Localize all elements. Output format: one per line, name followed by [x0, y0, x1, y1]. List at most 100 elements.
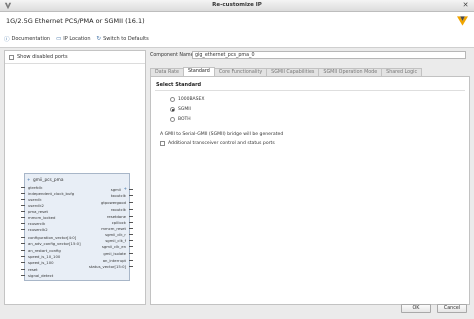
pin-left: an_restart_config [28, 248, 61, 253]
pin-stub [21, 262, 25, 263]
pin-stub [129, 216, 133, 217]
show-disabled-ports-checkbox[interactable] [9, 54, 14, 60]
tab-standard[interactable]: Standard [182, 67, 215, 76]
additional-ports-label: Additional transceiver control and statu… [168, 141, 275, 146]
additional-ports-toggle[interactable]: Additional transceiver control and statu… [160, 141, 275, 146]
pin-stub [21, 199, 25, 200]
ip-location-label: IP Location [63, 35, 91, 42]
radio-option-sgmii[interactable]: SGMII [170, 107, 191, 112]
tab-core-functionality[interactable]: Core Functionality [213, 68, 268, 76]
ip-symbol-block: + gmii_pcs_pma gtrefclk independent_cloc… [21, 173, 133, 281]
radio-option-both[interactable]: BOTH [170, 117, 191, 122]
pin-stub [129, 228, 133, 229]
select-standard-title: Select Standard [156, 82, 202, 88]
pin-stub [21, 223, 25, 224]
pin-left: an_adv_config_vector[15:0] [28, 241, 81, 246]
pin-right: mmcm_reset [101, 226, 126, 231]
pin-left: mmcm_locked [28, 215, 56, 220]
additional-ports-checkbox[interactable] [160, 141, 165, 146]
pin-stub [21, 187, 25, 188]
ip-location-button[interactable]: ▭ IP Location [56, 36, 90, 42]
pin-left: speed_is_100 [28, 260, 54, 265]
pin-stub [129, 222, 133, 223]
pin-stub [21, 275, 25, 276]
symbol-panel: Show disabled ports + gmii_pcs_pma gtref… [4, 50, 146, 305]
ip-header: 1G/2.5G Ethernet PCS/PMA or SGMII (16.1)… [0, 12, 474, 48]
pin-stub [21, 211, 25, 212]
standard-tab-content: Select Standard 1000BASEX SGMII BOTH A G… [150, 76, 470, 305]
pin-right: sgmii [110, 187, 121, 192]
pin-left: reset [28, 267, 38, 272]
pin-right: an_interrupt [102, 258, 126, 263]
pin-stub [129, 209, 133, 210]
window-title: Re-customize IP [212, 2, 262, 8]
expand-icon[interactable]: + [27, 177, 30, 182]
pin-left: independent_clock_bufg [28, 191, 75, 196]
tab-sgmii-capabilities[interactable]: SGMII Capabilities [266, 68, 320, 76]
bridge-note: A GMII to Serial-GMII (SGMII) bridge wil… [160, 132, 284, 137]
component-name-label: Component Name [150, 53, 194, 58]
component-name-input[interactable]: gig_ethernet_pcs_pma_0 [192, 51, 466, 59]
radio-button[interactable] [170, 97, 175, 102]
radio-label: SGMII [178, 107, 191, 112]
group-divider [155, 90, 465, 91]
pin-left: signal_detect [28, 273, 54, 278]
pin-stub [21, 193, 25, 194]
documentation-label: Documentation [11, 35, 51, 42]
pin-stub [129, 195, 133, 196]
pin-stub [21, 237, 25, 238]
switch-defaults-button[interactable]: ↻ Switch to Defaults [97, 36, 149, 42]
radio-label: 1000BASEX [178, 97, 205, 102]
pin-stub [129, 260, 133, 261]
pin-stub [129, 266, 133, 267]
pin-right: status_vector[15:0] [88, 264, 126, 269]
info-icon: ⓘ [4, 36, 10, 43]
pin-right: gmii_isolate [103, 251, 126, 256]
radio-button-selected[interactable] [170, 107, 175, 112]
pin-stub [129, 189, 133, 190]
show-disabled-ports-label: Show disabled ports [17, 54, 68, 60]
radio-label: BOTH [178, 117, 191, 122]
pin-right: gtpowergood [100, 200, 126, 205]
pin-stub [129, 240, 133, 241]
window-titlebar: Re-customize IP ✕ [0, 0, 474, 12]
pin-stub [21, 250, 25, 251]
pin-left: rxuserclk [28, 221, 46, 226]
pin-stub [21, 229, 25, 230]
configuration-panel: Component Name gig_ethernet_pcs_pma_0 Da… [147, 50, 470, 305]
pin-left: userclk2 [28, 203, 44, 208]
panel-divider [5, 63, 145, 64]
show-disabled-ports-toggle[interactable]: Show disabled ports [9, 54, 68, 60]
ok-button[interactable]: OK [401, 304, 431, 313]
pin-left: speed_is_10_100 [28, 254, 61, 259]
pin-left: configuration_vector[4:0] [28, 235, 77, 240]
pin-stub [21, 256, 25, 257]
tab-data-rate[interactable]: Data Rate [150, 68, 184, 76]
pin-right: txoutclk [110, 193, 126, 198]
toolbar: ⓘ Documentation ▭ IP Location ↻ Switch t… [4, 34, 149, 43]
pin-stub [21, 269, 25, 270]
close-icon[interactable]: ✕ [461, 1, 470, 10]
expand-interface-icon[interactable]: + [124, 186, 127, 191]
tab-sgmii-operation-mode[interactable]: SGMII Operation Mode [318, 68, 383, 76]
pin-stub [129, 202, 133, 203]
folder-icon: ▭ [56, 35, 62, 42]
pin-right: sgmii_clk_en [101, 244, 126, 249]
vivado-brand-icon [457, 16, 468, 26]
radio-button[interactable] [170, 117, 175, 122]
pin-stub [129, 246, 133, 247]
pin-right: rxoutclk [110, 207, 126, 212]
cancel-button[interactable]: Cancel [437, 304, 467, 313]
pin-stub [129, 234, 133, 235]
pin-stub [21, 217, 25, 218]
pin-left: userclk [28, 197, 42, 202]
pin-left: gtrefclk [28, 185, 43, 190]
pin-right: cplllock [111, 220, 126, 225]
pin-left: rxuserclk2 [28, 227, 48, 232]
switch-defaults-label: Switch to Defaults [103, 35, 149, 42]
pin-stub [129, 253, 133, 254]
documentation-button[interactable]: ⓘ Documentation [4, 35, 50, 43]
tab-shared-logic[interactable]: Shared Logic [381, 68, 423, 76]
pin-stub [21, 243, 25, 244]
radio-option-1000basex[interactable]: 1000BASEX [170, 97, 204, 102]
